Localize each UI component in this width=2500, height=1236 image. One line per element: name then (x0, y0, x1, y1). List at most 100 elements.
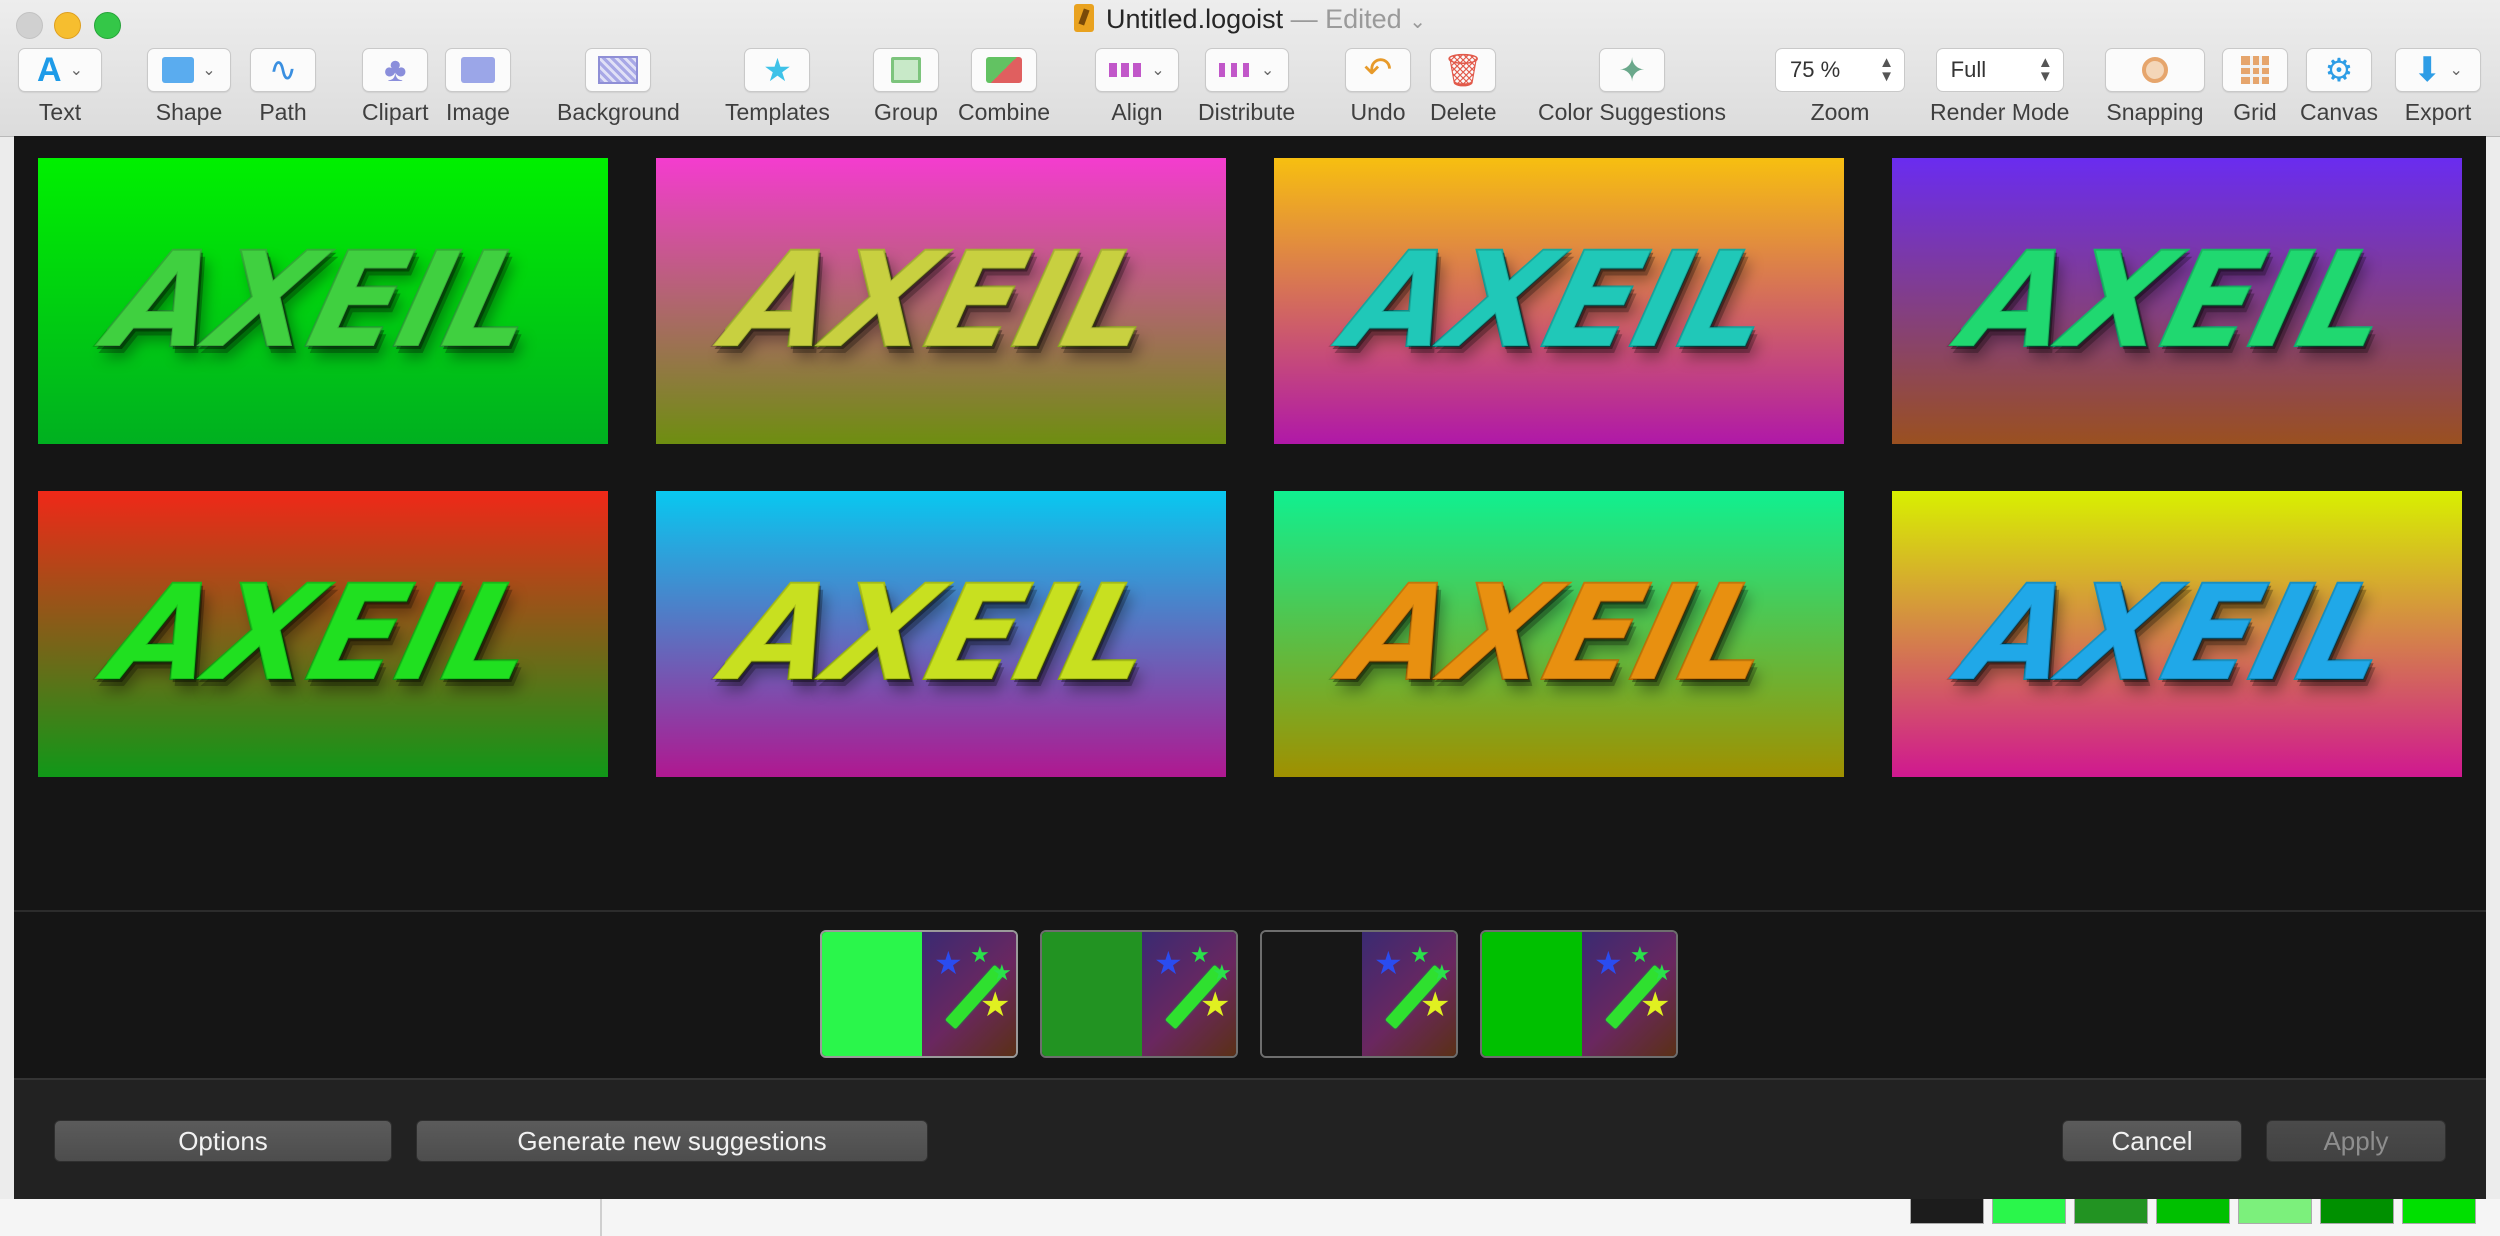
chevron-down-icon: ⌄ (2449, 62, 2463, 79)
chevron-down-icon: ⌄ (1151, 62, 1165, 79)
suggestion-logo-text: AXEIL (712, 556, 1170, 712)
tool-shape[interactable]: ⌄ Shape (147, 48, 231, 126)
magic-wand-icon: ★ ★ ★ ★ (1582, 932, 1676, 1056)
swatch-color (1482, 932, 1582, 1056)
suggestion-thumbnail[interactable]: AXEIL (1892, 491, 2462, 777)
tool-delete-label: Delete (1430, 99, 1497, 125)
separator (14, 910, 2486, 912)
suggestion-thumbnail[interactable]: AXEIL (1274, 491, 1844, 777)
stepper-icon[interactable]: ▲ ▼ (1879, 55, 1894, 84)
suggestion-thumbnail[interactable]: AXEIL (1892, 158, 2462, 444)
tool-distribute[interactable]: ⌄ Distribute (1198, 48, 1295, 126)
tool-background[interactable]: Background (557, 48, 680, 126)
distribute-icon (1218, 63, 1253, 77)
color-swatch[interactable]: ★ ★ ★ ★ (1480, 930, 1678, 1058)
window-edited-status: — Edited (1290, 4, 1402, 34)
zoom-field[interactable]: 75 % ▲ ▼ (1775, 48, 1905, 92)
tool-color-suggestions[interactable]: ✦ Color Suggestions (1538, 48, 1726, 126)
render-mode-field[interactable]: Full ▲ ▼ (1935, 48, 2064, 92)
clipart-icon: ♣ (384, 50, 407, 89)
suggestion-logo-text: AXEIL (1948, 556, 2406, 712)
grid-icon (2241, 56, 2269, 84)
tool-align[interactable]: ⌄ Align (1095, 48, 1179, 126)
suggestion-thumbnail[interactable]: AXEIL (38, 158, 608, 444)
suggestion-logo-text: AXEIL (1330, 223, 1788, 379)
zoom-control[interactable]: 75 % ▲ ▼ Zoom (1775, 48, 1905, 126)
group-icon (891, 57, 921, 83)
background-app-divider (600, 1199, 602, 1236)
download-arrow-icon: ⬇ (2413, 51, 2442, 89)
magic-wand-icon: ✦ (1618, 52, 1646, 88)
star-icon: ★ (970, 942, 990, 967)
star-icon: ★ (1154, 945, 1183, 981)
tool-export[interactable]: ⬇ ⌄ Export (2395, 48, 2481, 126)
tool-clipart[interactable]: ♣ Clipart (362, 48, 428, 126)
tool-text-label: Text (38, 99, 82, 125)
star-icon: ★ (992, 960, 1012, 985)
combine-icon (986, 57, 1023, 83)
star-icon: ★ (1594, 945, 1623, 981)
tool-grid[interactable]: Grid (2222, 48, 2288, 126)
tool-grid-label: Grid (2233, 99, 2277, 125)
tool-templates[interactable]: ★ Templates (725, 48, 830, 126)
text-icon: A (37, 50, 62, 89)
color-swatch[interactable]: ★ ★ ★ ★ (1040, 930, 1238, 1058)
zoom-label: Zoom (1810, 99, 1870, 125)
window-toolbar: Untitled.logoist — Edited ⌄ A ⌄ Text ⌄ Sh… (0, 0, 2500, 137)
tool-group-label: Group (874, 99, 938, 125)
tool-templates-label: Templates (725, 99, 830, 125)
star-icon: ★ (1200, 986, 1231, 1024)
star-icon: ★ (980, 986, 1011, 1024)
color-swatch[interactable]: ★ ★ ★ ★ (1260, 930, 1458, 1058)
tool-group[interactable]: Group (873, 48, 939, 126)
suggestion-logo-text: AXEIL (94, 556, 552, 712)
generate-suggestions-button[interactable]: Generate new suggestions (416, 1120, 928, 1162)
chevron-down-icon: ⌄ (202, 62, 216, 79)
star-icon: ★ (1212, 960, 1232, 985)
star-icon: ★ (934, 945, 963, 981)
image-icon (461, 57, 495, 83)
stepper-icon[interactable]: ▲ ▼ (2038, 55, 2053, 84)
star-icon: ★ (763, 52, 792, 88)
suggestion-thumbnail[interactable]: AXEIL (656, 491, 1226, 777)
cancel-button[interactable]: Cancel (2062, 1120, 2242, 1162)
tool-text[interactable]: A ⌄ Text (18, 48, 102, 126)
tool-undo-label: Undo (1350, 99, 1406, 125)
star-icon: ★ (1652, 960, 1672, 985)
window-filename: Untitled.logoist (1106, 4, 1284, 34)
suggestion-logo-text: AXEIL (94, 223, 552, 379)
suggestion-thumbnail[interactable]: AXEIL (656, 158, 1226, 444)
tool-path[interactable]: ∿ Path (250, 48, 316, 126)
window-title[interactable]: Untitled.logoist — Edited ⌄ (0, 4, 2500, 35)
magic-wand-icon: ★ ★ ★ ★ (922, 932, 1016, 1056)
suggestion-thumbnail[interactable]: AXEIL (1274, 158, 1844, 444)
tool-combine-label: Combine (958, 99, 1051, 125)
align-icon (1109, 63, 1144, 77)
shape-icon (162, 57, 195, 83)
apply-button[interactable]: Apply (2266, 1120, 2446, 1162)
tool-image[interactable]: Image (445, 48, 511, 126)
tool-snapping[interactable]: Snapping (2105, 48, 2205, 126)
color-swatch[interactable]: ★ ★ ★ ★ (820, 930, 1018, 1058)
suggestion-thumbnail[interactable]: AXEIL (38, 491, 608, 777)
options-button[interactable]: Options (54, 1120, 392, 1162)
tool-combine[interactable]: Combine (958, 48, 1050, 126)
render-mode-control[interactable]: Full ▲ ▼ Render Mode (1930, 48, 2069, 126)
tool-undo[interactable]: ↶ Undo (1345, 48, 1411, 126)
document-icon (1074, 4, 1095, 32)
tool-export-label: Export (2404, 99, 2472, 125)
chevron-down-icon: ⌄ (69, 62, 83, 79)
star-icon: ★ (1410, 942, 1430, 967)
tool-path-label: Path (259, 99, 307, 125)
tool-canvas[interactable]: ⚙ Canvas (2300, 48, 2378, 126)
swatch-color (1262, 932, 1362, 1056)
chevron-down-icon: ⌄ (1409, 11, 1426, 33)
tool-clipart-label: Clipart (362, 99, 429, 125)
suggestion-logo-text: AXEIL (1330, 556, 1788, 712)
star-icon: ★ (1630, 942, 1650, 967)
tool-background-label: Background (557, 99, 680, 125)
magic-wand-icon: ★ ★ ★ ★ (1142, 932, 1236, 1056)
tool-delete[interactable]: 🗑 Delete (1430, 48, 1496, 126)
tool-image-label: Image (446, 99, 510, 125)
chevron-down-icon: ⌄ (1260, 62, 1275, 79)
